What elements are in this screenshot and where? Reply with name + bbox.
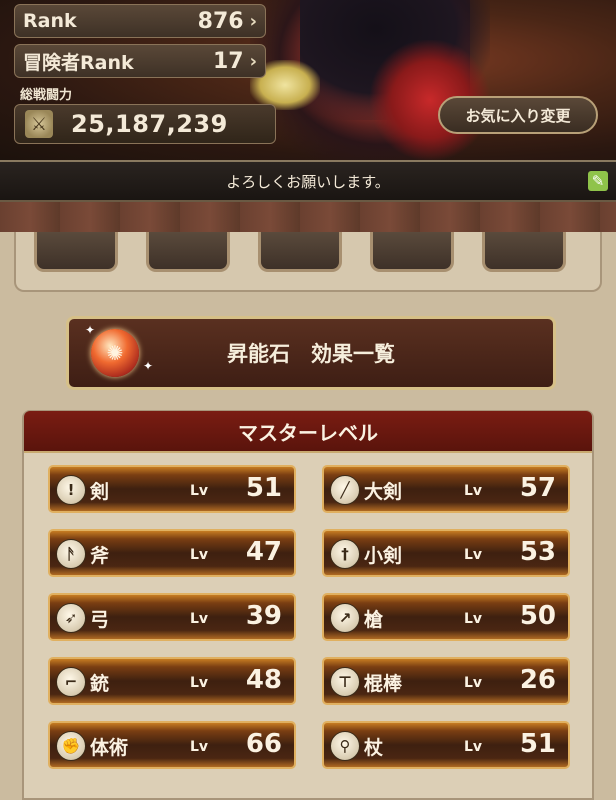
level-label: Lv bbox=[190, 611, 209, 627]
equipment-slot[interactable] bbox=[482, 232, 566, 272]
weapon-level-value: 50 bbox=[519, 601, 556, 631]
level-label: Lv bbox=[190, 547, 209, 563]
weapon-level-value: 47 bbox=[245, 537, 282, 567]
weapon-name: 杖 bbox=[364, 737, 384, 759]
staff-icon: ⚲ bbox=[330, 731, 360, 761]
weapon-name: 銃 bbox=[90, 673, 110, 695]
total-power-value: 25,187,239 bbox=[71, 110, 228, 138]
crossed-swords-icon: ⚔ bbox=[25, 110, 53, 138]
weapon-level-value: 53 bbox=[519, 537, 556, 567]
weapon-name: 大剣 bbox=[364, 481, 403, 503]
equipment-slot[interactable] bbox=[258, 232, 342, 272]
greatsword-icon: ╱ bbox=[330, 475, 360, 505]
chevron-right-icon: › bbox=[249, 10, 257, 32]
weapon-name: 棍棒 bbox=[364, 673, 403, 695]
weapon-level-value: 66 bbox=[245, 729, 282, 759]
weapon-mastery-5[interactable]: ↗ 槍 Lv 50 bbox=[322, 593, 570, 641]
comment-text: よろしくお願いします。 bbox=[226, 172, 390, 191]
master-level-title: マスターレベル bbox=[24, 411, 592, 453]
equipment-slot[interactable] bbox=[34, 232, 118, 272]
ascension-stone-effects-button[interactable]: ✺ ✦ ✦ 昇能石 効果一覧 bbox=[66, 316, 556, 390]
weapon-level-value: 39 bbox=[245, 601, 282, 631]
bow-icon: ➶ bbox=[56, 603, 86, 633]
effects-button-label: 昇能石 効果一覧 bbox=[227, 342, 395, 366]
weapon-mastery-8[interactable]: ✊ 体術 Lv 66 bbox=[48, 721, 296, 769]
axe-icon: ᚫ bbox=[56, 539, 86, 569]
rank-label: Rank bbox=[23, 10, 77, 32]
level-label: Lv bbox=[464, 675, 483, 691]
weapon-mastery-4[interactable]: ➶ 弓 Lv 39 bbox=[48, 593, 296, 641]
rank-value: 876 bbox=[197, 8, 244, 34]
total-power-box: ⚔ 25,187,239 bbox=[14, 104, 276, 144]
total-power-label: 総戦闘力 bbox=[20, 88, 73, 103]
level-label: Lv bbox=[190, 739, 209, 755]
weapon-level-value: 51 bbox=[245, 473, 282, 503]
level-label: Lv bbox=[464, 739, 483, 755]
adventurer-rank-label: 冒険者Rank bbox=[23, 51, 134, 74]
ascension-stone-icon: ✺ bbox=[91, 329, 139, 377]
dagger-icon: † bbox=[330, 539, 360, 569]
weapon-mastery-0[interactable]: ! 剣 Lv 51 bbox=[48, 465, 296, 513]
equipment-slot[interactable] bbox=[146, 232, 230, 272]
equipment-slot[interactable] bbox=[370, 232, 454, 272]
weapon-mastery-9[interactable]: ⚲ 杖 Lv 51 bbox=[322, 721, 570, 769]
sparkle-icon: ✦ bbox=[85, 323, 96, 337]
weapon-name: 斧 bbox=[90, 545, 110, 567]
adventurer-rank-row[interactable]: 冒険者Rank 17 › bbox=[14, 44, 266, 78]
weapon-name: 体術 bbox=[90, 737, 129, 759]
weapon-mastery-2[interactable]: ᚫ 斧 Lv 47 bbox=[48, 529, 296, 577]
weapon-mastery-7[interactable]: ⊤ 棍棒 Lv 26 bbox=[322, 657, 570, 705]
fist-icon: ✊ bbox=[56, 731, 86, 761]
weapon-mastery-6[interactable]: ⌐ 銃 Lv 48 bbox=[48, 657, 296, 705]
spear-icon: ↗ bbox=[330, 603, 360, 633]
wood-divider bbox=[0, 202, 616, 232]
level-label: Lv bbox=[190, 483, 209, 499]
comment-bar[interactable]: よろしくお願いします。 ✎ bbox=[0, 160, 616, 202]
level-label: Lv bbox=[190, 675, 209, 691]
weapon-name: 弓 bbox=[90, 609, 110, 631]
gun-icon: ⌐ bbox=[56, 667, 86, 697]
weapon-mastery-3[interactable]: † 小剣 Lv 53 bbox=[322, 529, 570, 577]
rank-row[interactable]: Rank 876 › bbox=[14, 4, 266, 38]
weapon-level-value: 48 bbox=[245, 665, 282, 695]
sparkle-icon: ✦ bbox=[143, 359, 154, 373]
club-icon: ⊤ bbox=[330, 667, 360, 697]
weapon-name: 槍 bbox=[364, 609, 384, 631]
edit-icon[interactable]: ✎ bbox=[588, 171, 608, 191]
adventurer-rank-value: 17 bbox=[212, 48, 244, 74]
level-label: Lv bbox=[464, 611, 483, 627]
weapon-level-value: 26 bbox=[519, 665, 556, 695]
change-favorite-button[interactable]: お気に入り変更 bbox=[438, 96, 598, 134]
weapon-name: 剣 bbox=[90, 481, 110, 503]
sword-icon: ! bbox=[56, 475, 86, 505]
weapon-name: 小剣 bbox=[364, 545, 403, 567]
weapon-level-value: 51 bbox=[519, 729, 556, 759]
weapon-mastery-1[interactable]: ╱ 大剣 Lv 57 bbox=[322, 465, 570, 513]
weapon-level-value: 57 bbox=[519, 473, 556, 503]
profile-header: Rank 876 › 冒険者Rank 17 › 総戦闘力 ⚔ 25,187,239 … bbox=[0, 0, 616, 160]
level-label: Lv bbox=[464, 547, 483, 563]
chevron-right-icon: › bbox=[249, 50, 257, 72]
level-label: Lv bbox=[464, 483, 483, 499]
